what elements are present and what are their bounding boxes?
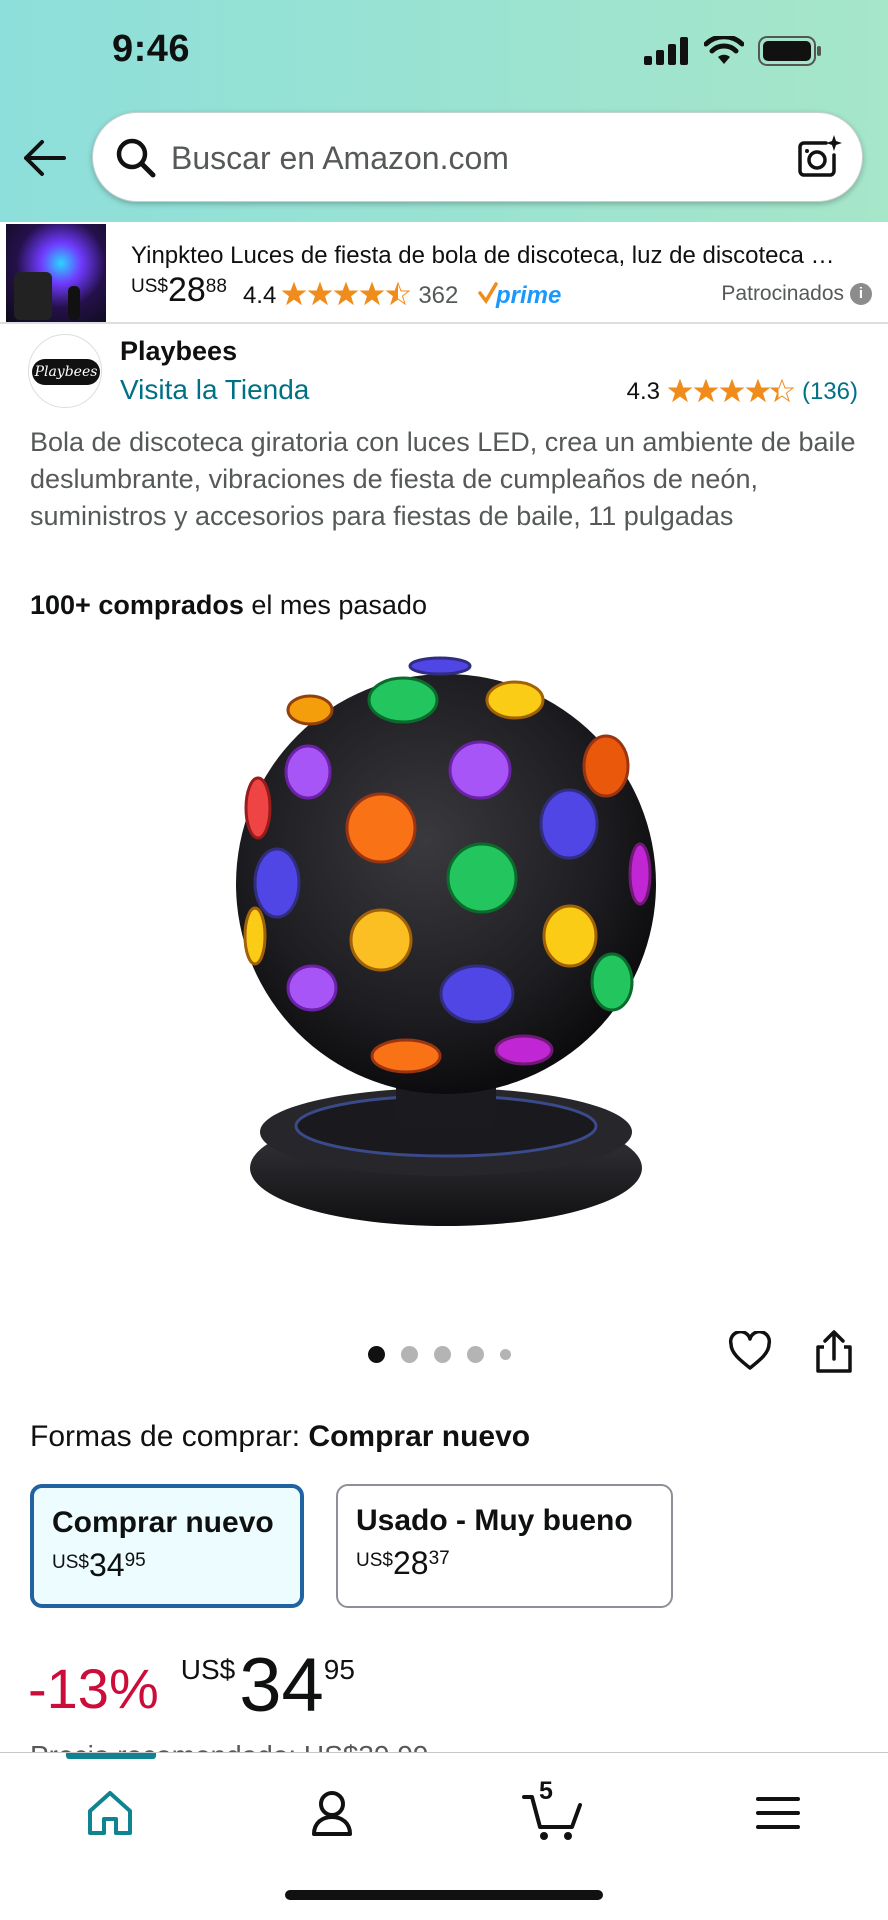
wifi-icon — [704, 36, 744, 64]
list-price-peek: Precio recomendado: US$39.99 — [30, 1740, 428, 1752]
buying-options-label: Formas de comprar: — [30, 1420, 309, 1453]
carousel-dot[interactable] — [368, 1346, 385, 1363]
star-rating-icon — [282, 282, 410, 305]
cart-icon — [522, 1795, 582, 1840]
cellular-signal-icon — [644, 37, 688, 65]
ad-review-count: 362 — [418, 282, 459, 309]
camera-search-icon[interactable] — [796, 133, 842, 181]
option-price-whole: 34 — [88, 1547, 125, 1583]
bought-count: 100+ comprados — [30, 590, 244, 620]
status-icons — [644, 36, 822, 66]
sponsored-label[interactable]: Patrocinados i — [721, 282, 872, 306]
buy-new-option[interactable]: Comprar nuevo US$ 34 95 — [30, 1484, 304, 1608]
nav-cart[interactable]: 5 — [522, 1777, 582, 1843]
brand-logo-text: Playbees — [32, 359, 100, 385]
search-bar[interactable]: Buscar en Amazon.com — [92, 112, 863, 202]
ad-info-row: US$ 28 88 4.4 362 prime — [131, 270, 568, 314]
active-tab-indicator — [66, 1753, 156, 1759]
option-price: US$ 28 37 — [356, 1546, 653, 1580]
ad-price-fraction: 88 — [205, 276, 227, 297]
image-carousel-dots[interactable] — [368, 1346, 511, 1363]
prime-check-icon: prime — [478, 282, 562, 309]
menu-icon — [756, 1797, 800, 1829]
search-icon — [116, 138, 156, 178]
share-icon[interactable] — [812, 1329, 856, 1375]
disco-ball-image — [236, 656, 656, 1226]
discount-percent: -13% — [28, 1657, 159, 1720]
buying-options-heading: Formas de comprar: Comprar nuevo — [30, 1420, 530, 1454]
status-time: 9:46 — [112, 28, 191, 70]
sponsored-text: Patrocinados — [721, 282, 844, 305]
cart-count: 5 — [539, 1777, 553, 1805]
price-whole: 34 — [239, 1643, 324, 1728]
brand-logo[interactable]: Playbees — [28, 334, 102, 408]
ad-price-whole: 28 — [167, 271, 206, 309]
option-title: Usado - Muy bueno — [356, 1504, 633, 1537]
option-price: US$ 34 95 — [52, 1548, 282, 1582]
nav-account[interactable] — [302, 1783, 362, 1843]
ad-rating: 4.4 — [242, 282, 277, 309]
battery-icon — [758, 36, 821, 66]
home-indicator — [285, 1890, 603, 1900]
visit-store-link[interactable]: Visita la Tienda — [120, 374, 309, 406]
bought-period: el mes pasado — [243, 590, 427, 620]
option-price-currency: US$ — [356, 1550, 393, 1571]
heart-icon[interactable] — [728, 1331, 772, 1371]
option-price-fraction: 37 — [428, 1548, 450, 1569]
product-rating-value: 4.3 — [626, 378, 660, 405]
price-block: -13% US$ 34 95 — [28, 1646, 355, 1726]
price-currency: US$ — [180, 1654, 236, 1685]
back-button[interactable] — [22, 138, 70, 182]
option-title: Comprar nuevo — [52, 1506, 274, 1539]
ad-rating-stars — [282, 282, 410, 313]
nav-home[interactable] — [80, 1783, 140, 1843]
search-input[interactable]: Buscar en Amazon.com — [171, 140, 509, 177]
product-image[interactable] — [210, 648, 670, 1268]
star-rating-icon — [668, 379, 794, 402]
buy-used-option[interactable]: Usado - Muy bueno US$ 28 37 — [336, 1484, 673, 1608]
carousel-dot[interactable] — [467, 1346, 484, 1363]
option-price-fraction: 95 — [124, 1550, 146, 1571]
carousel-dot[interactable] — [500, 1349, 511, 1360]
arrow-left-icon — [24, 140, 66, 176]
option-price-currency: US$ — [52, 1552, 89, 1573]
buying-options-selected: Comprar nuevo — [308, 1420, 531, 1453]
product-title: Bola de discoteca giratoria con luces LE… — [30, 427, 856, 531]
carousel-dot[interactable] — [434, 1346, 451, 1363]
home-icon — [88, 1791, 132, 1835]
option-price-whole: 28 — [392, 1545, 429, 1581]
brand-name: Playbees — [120, 336, 238, 366]
status-bar: 9:46 — [0, 0, 888, 104]
prime-badge: prime — [478, 280, 568, 315]
product-rating[interactable]: 4.3 (136) — [627, 378, 858, 406]
ad-price-currency: US$ — [131, 276, 168, 297]
ad-title[interactable]: Yinpkteo Luces de fiesta de bola de disc… — [131, 242, 873, 270]
account-icon — [312, 1791, 352, 1836]
price-fraction: 95 — [323, 1654, 355, 1685]
ad-product-image[interactable] — [6, 224, 106, 322]
prime-label: prime — [495, 282, 561, 309]
info-icon[interactable]: i — [850, 283, 872, 305]
bought-last-month: 100+ comprados el mes pasado — [30, 590, 427, 621]
nav-menu[interactable] — [748, 1783, 808, 1843]
product-review-count[interactable]: (136) — [802, 378, 858, 406]
sponsored-ad[interactable]: Yinpkteo Luces de fiesta de bola de disc… — [0, 222, 888, 324]
carousel-dot[interactable] — [401, 1346, 418, 1363]
